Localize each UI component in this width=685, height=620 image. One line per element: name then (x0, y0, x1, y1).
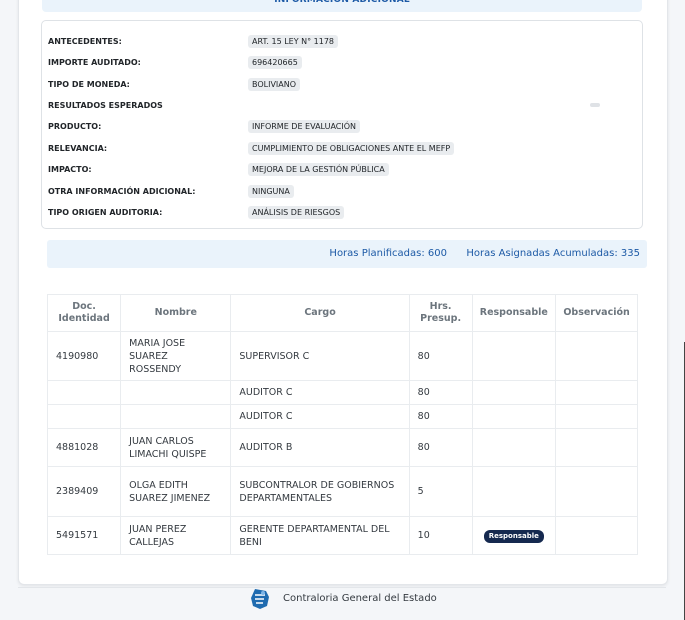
resp-cell (471, 404, 557, 429)
resp-cell (471, 428, 557, 467)
doc-cell: 4881028 (46, 428, 122, 467)
footer-divider (18, 587, 666, 588)
planned-hours: Horas Planificadas: 600 (329, 248, 447, 259)
hrs-cell: 10 (408, 516, 473, 555)
cargo-cell: GERENTE DEPARTAMENTAL DEL BENI (230, 516, 410, 555)
footer-text: Contraloria General del Estado (283, 593, 437, 604)
info-value: CUMPLIMIENTO DE OBLIGACIONES ANTE EL MEF… (248, 142, 455, 155)
table-header-row: Doc. Identidad Nombre Cargo Hrs. Presup.… (46, 294, 638, 332)
column-header: Nombre (120, 294, 232, 332)
info-label: ANTECEDENTES: (48, 37, 122, 46)
table-row: 5491571 JUAN PEREZ CALLEJAS GERENTE DEPA… (46, 516, 638, 555)
table-row: 4190980 MARIA JOSE SUAREZ ROSSENDY SUPER… (46, 331, 638, 381)
info-label: RELEVANCIA: (48, 144, 108, 153)
resp-cell: Responsable (471, 516, 557, 555)
additional-info-panel: ANTECEDENTES: ART. 15 LEY N° 1178 IMPORT… (41, 20, 643, 229)
info-value: NINGUNA (248, 185, 294, 198)
responsable-badge: Responsable (483, 529, 544, 543)
info-label: TIPO ORIGEN AUDITORIA: (48, 208, 163, 217)
hrs-cell: 5 (408, 466, 473, 517)
info-row-antecedentes: ANTECEDENTES: ART. 15 LEY N° 1178 (48, 33, 636, 53)
column-header: Hrs. Presup. (408, 294, 473, 332)
column-header: Observación (555, 294, 638, 332)
obs-cell (555, 404, 638, 429)
info-label: RESULTADOS ESPERADOS (48, 101, 163, 110)
cargo-cell: AUDITOR C (230, 404, 410, 429)
name-cell (120, 380, 232, 405)
info-value: 696420665 (248, 56, 302, 69)
table-row: 2389409 OLGA EDITH SUAREZ JIMENEZ SUBCON… (46, 466, 638, 517)
cargo-cell: SUBCONTRALOR DE GOBIERNOS DEPARTAMENTALE… (230, 466, 410, 517)
column-header: Doc. Identidad (46, 294, 122, 332)
hrs-cell: 80 (408, 428, 473, 467)
scroll-indicator (590, 103, 600, 107)
info-row-impacto: IMPACTO: MEJORA DE LA GESTIÓN PÚBLICA (48, 161, 636, 181)
info-value: BOLIVIANO (248, 78, 301, 91)
table-row: 4881028 JUAN CARLOS LIMACHI QUISPE AUDIT… (46, 428, 638, 467)
info-value: INFORME DE EVALUACIÓN (248, 120, 361, 133)
info-row-otra: OTRA INFORMACIÓN ADICIONAL: NINGUNA (48, 183, 636, 203)
obs-cell (555, 331, 638, 381)
doc-cell: 4190980 (46, 331, 122, 381)
doc-cell (46, 404, 122, 429)
column-header: Cargo (230, 294, 410, 332)
info-row-importe: IMPORTE AUDITADO: 696420665 (48, 54, 636, 74)
info-value: ART. 15 LEY N° 1178 (248, 35, 339, 48)
info-row-resultados: RESULTADOS ESPERADOS (48, 97, 636, 117)
name-cell: JUAN PEREZ CALLEJAS (120, 516, 232, 555)
hrs-cell: 80 (408, 380, 473, 405)
section-title: INFORMACIÓN ADICIONAL (42, 0, 642, 12)
table-row: AUDITOR C 80 (46, 380, 638, 405)
info-label: IMPACTO: (48, 165, 92, 174)
obs-cell (555, 380, 638, 405)
resp-cell (471, 466, 557, 517)
resp-cell (471, 331, 557, 381)
table-row: AUDITOR C 80 (46, 404, 638, 429)
cge-logo-icon (249, 587, 271, 611)
doc-cell (46, 380, 122, 405)
info-value: ANÁLISIS DE RIESGOS (248, 206, 345, 219)
hrs-cell: 80 (408, 404, 473, 429)
info-label: OTRA INFORMACIÓN ADICIONAL: (48, 187, 196, 196)
column-header: Responsable (471, 294, 557, 332)
name-cell: MARIA JOSE SUAREZ ROSSENDY (120, 331, 232, 381)
cargo-cell: AUDITOR B (230, 428, 410, 467)
name-cell (120, 404, 232, 429)
doc-cell: 5491571 (46, 516, 122, 555)
info-value: MEJORA DE LA GESTIÓN PÚBLICA (248, 163, 389, 176)
info-row-moneda: TIPO DE MONEDA: BOLIVIANO (48, 76, 636, 96)
hrs-cell: 80 (408, 331, 473, 381)
resp-cell (471, 380, 557, 405)
assigned-hours: Horas Asignadas Acumuladas: 335 (466, 248, 640, 259)
obs-cell (555, 466, 638, 517)
info-row-origen: TIPO ORIGEN AUDITORIA: ANÁLISIS DE RIESG… (48, 204, 636, 224)
footer: Contraloria General del Estado (0, 584, 685, 614)
info-label: IMPORTE AUDITADO: (48, 58, 141, 67)
info-row-relevancia: RELEVANCIA: CUMPLIMIENTO DE OBLIGACIONES… (48, 140, 636, 160)
name-cell: OLGA EDITH SUAREZ JIMENEZ (120, 466, 232, 517)
staff-table: Doc. Identidad Nombre Cargo Hrs. Presup.… (46, 294, 638, 555)
info-label: PRODUCTO: (48, 122, 102, 131)
cargo-cell: SUPERVISOR C (230, 331, 410, 381)
doc-cell: 2389409 (46, 466, 122, 517)
cargo-cell: AUDITOR C (230, 380, 410, 405)
hours-summary: Horas Planificadas: 600 Horas Asignadas … (47, 240, 647, 268)
info-row-producto: PRODUCTO: INFORME DE EVALUACIÓN (48, 118, 636, 138)
info-label: TIPO DE MONEDA: (48, 80, 130, 89)
obs-cell (555, 428, 638, 467)
obs-cell (555, 516, 638, 555)
name-cell: JUAN CARLOS LIMACHI QUISPE (120, 428, 232, 467)
